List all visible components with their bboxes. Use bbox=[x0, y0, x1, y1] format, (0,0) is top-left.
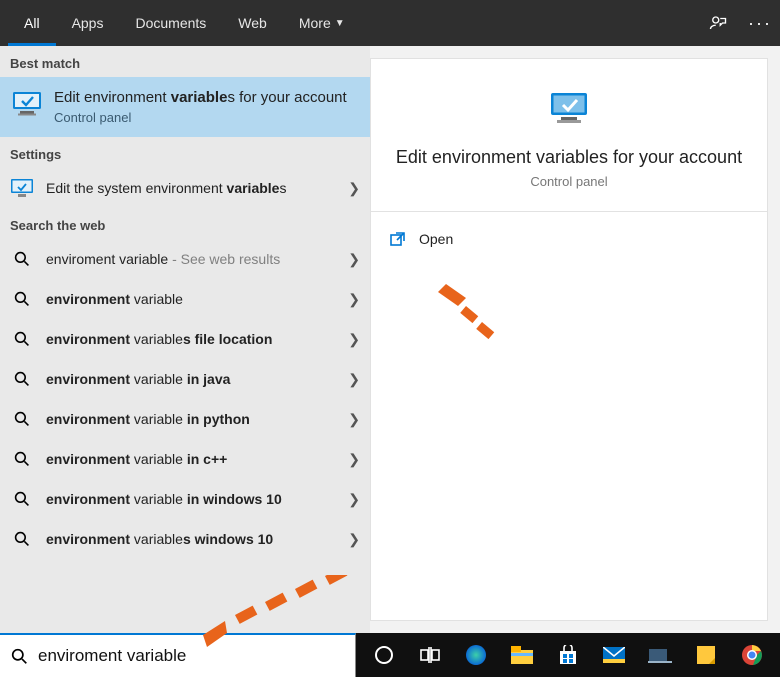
settings-result[interactable]: Edit the system environment variables ❯ bbox=[0, 168, 370, 208]
web-result-label: enviroment variable - See web results bbox=[46, 251, 336, 267]
tab-web[interactable]: Web bbox=[222, 0, 283, 46]
web-result[interactable]: enviroment variable - See web results ❯ bbox=[0, 239, 370, 279]
search-box[interactable] bbox=[0, 633, 356, 677]
chevron-right-icon: ❯ bbox=[348, 180, 360, 197]
monitor-check-icon bbox=[545, 89, 593, 129]
search-icon bbox=[10, 287, 34, 311]
web-result-label: environment variables windows 10 bbox=[46, 531, 336, 547]
details-title: Edit environment variables for your acco… bbox=[396, 147, 742, 168]
tab-more[interactable]: More ▼ bbox=[283, 0, 361, 46]
details-subtitle: Control panel bbox=[530, 174, 607, 189]
results-panel: Best match Edit environment variables fo… bbox=[0, 46, 370, 633]
taskbar-device-icon[interactable] bbox=[638, 635, 682, 675]
tab-label: Apps bbox=[72, 15, 104, 31]
tab-all[interactable]: All bbox=[8, 0, 56, 46]
search-icon bbox=[10, 407, 34, 431]
web-result-label: environment variable in python bbox=[46, 411, 336, 427]
web-result[interactable]: environment variable in c++ ❯ bbox=[0, 439, 370, 479]
search-icon bbox=[10, 247, 34, 271]
settings-result-title: Edit the system environment variables bbox=[46, 179, 336, 198]
best-match-result[interactable]: Edit environment variables for your acco… bbox=[0, 77, 370, 137]
chevron-right-icon: ❯ bbox=[348, 331, 360, 348]
taskbar-mail-icon[interactable] bbox=[592, 635, 636, 675]
monitor-settings-icon bbox=[10, 176, 34, 200]
more-options-icon[interactable]: ··· bbox=[748, 11, 772, 35]
chevron-right-icon: ❯ bbox=[348, 411, 360, 428]
search-icon bbox=[10, 327, 34, 351]
open-external-icon bbox=[389, 230, 407, 248]
open-label: Open bbox=[419, 231, 453, 247]
taskbar-edge-icon[interactable] bbox=[454, 635, 498, 675]
taskbar-task-view-icon[interactable] bbox=[408, 635, 452, 675]
taskbar-file-explorer-icon[interactable] bbox=[500, 635, 544, 675]
tab-apps[interactable]: Apps bbox=[56, 0, 120, 46]
web-result-label: environment variable bbox=[46, 291, 336, 307]
web-result[interactable]: environment variables windows 10 ❯ bbox=[0, 519, 370, 559]
taskbar-store-icon[interactable] bbox=[546, 635, 590, 675]
search-icon bbox=[10, 447, 34, 471]
taskbar-sticky-notes-icon[interactable] bbox=[684, 635, 728, 675]
chevron-right-icon: ❯ bbox=[348, 451, 360, 468]
search-input[interactable] bbox=[38, 646, 345, 666]
web-result[interactable]: environment variables file location ❯ bbox=[0, 319, 370, 359]
best-match-subtitle: Control panel bbox=[54, 110, 347, 125]
monitor-check-icon bbox=[10, 89, 44, 117]
taskbar-cortana-icon[interactable] bbox=[362, 635, 406, 675]
tab-label: Web bbox=[238, 15, 267, 31]
chevron-right-icon: ❯ bbox=[348, 251, 360, 268]
web-result-label: environment variable in java bbox=[46, 371, 336, 387]
search-icon bbox=[10, 367, 34, 391]
bottom-bar bbox=[0, 633, 780, 677]
open-action[interactable]: Open bbox=[371, 212, 767, 266]
feedback-icon[interactable] bbox=[706, 11, 730, 35]
chevron-right-icon: ❯ bbox=[348, 531, 360, 548]
web-result-label: environment variables file location bbox=[46, 331, 336, 347]
section-search-web: Search the web bbox=[0, 208, 370, 239]
section-settings: Settings bbox=[0, 137, 370, 168]
tab-documents[interactable]: Documents bbox=[119, 0, 222, 46]
search-icon bbox=[10, 527, 34, 551]
search-filter-tabbar: All Apps Documents Web More ▼ ··· bbox=[0, 0, 780, 46]
web-result-label: environment variable in windows 10 bbox=[46, 491, 336, 507]
web-result[interactable]: environment variable in python ❯ bbox=[0, 399, 370, 439]
section-best-match: Best match bbox=[0, 46, 370, 77]
web-result[interactable]: environment variable in java ❯ bbox=[0, 359, 370, 399]
best-match-title: Edit environment variables for your acco… bbox=[54, 89, 347, 106]
tab-label: All bbox=[24, 15, 40, 31]
search-icon bbox=[10, 647, 28, 665]
taskbar bbox=[356, 633, 780, 677]
details-panel: Edit environment variables for your acco… bbox=[370, 58, 768, 621]
web-result[interactable]: environment variable ❯ bbox=[0, 279, 370, 319]
chevron-right-icon: ❯ bbox=[348, 291, 360, 308]
tab-label: More bbox=[299, 15, 331, 31]
web-result[interactable]: environment variable in windows 10 ❯ bbox=[0, 479, 370, 519]
chevron-down-icon: ▼ bbox=[335, 18, 345, 29]
tab-label: Documents bbox=[135, 15, 206, 31]
taskbar-chrome-icon[interactable] bbox=[730, 635, 774, 675]
search-icon bbox=[10, 487, 34, 511]
web-result-label: environment variable in c++ bbox=[46, 451, 336, 467]
chevron-right-icon: ❯ bbox=[348, 371, 360, 388]
chevron-right-icon: ❯ bbox=[348, 491, 360, 508]
